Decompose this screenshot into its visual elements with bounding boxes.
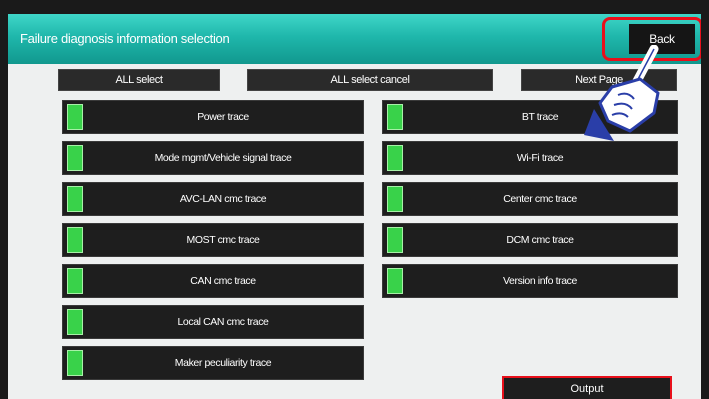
trace-item-label: Center cmc trace [503,193,577,205]
page-title: Failure diagnosis information selection [20,31,230,46]
trace-item-wifi[interactable]: Wi-Fi trace [382,141,678,175]
trace-item-label: Version info trace [503,275,577,287]
pointing-hand-icon [584,45,660,141]
output-button[interactable]: Output [502,376,672,399]
output-button-label: Output [570,383,604,395]
checkbox[interactable] [387,104,403,130]
trace-item-most[interactable]: MOST cmc trace [62,223,364,257]
trace-item-can[interactable]: CAN cmc trace [62,264,364,298]
trace-item-avc-lan[interactable]: AVC-LAN cmc trace [62,182,364,216]
trace-item-label: Local CAN cmc trace [177,316,269,328]
checkbox[interactable] [67,309,83,335]
checkbox[interactable] [67,350,83,376]
checkbox[interactable] [387,268,403,294]
trace-item-label: AVC-LAN cmc trace [179,193,267,205]
trace-item-label: CAN cmc trace [190,275,256,287]
trace-item-power[interactable]: Power trace [62,100,364,134]
checkbox[interactable] [387,227,403,253]
trace-item-local-can[interactable]: Local CAN cmc trace [62,305,364,339]
trace-item-label: Mode mgmt/Vehicle signal trace [154,152,292,164]
checkbox[interactable] [387,145,403,171]
trace-item-label: MOST cmc trace [186,234,260,246]
checkbox[interactable] [67,104,83,130]
trace-item-version-info[interactable]: Version info trace [382,264,678,298]
all-select-button[interactable]: ALL select [58,69,220,91]
checkbox[interactable] [67,268,83,294]
checkbox[interactable] [67,186,83,212]
trace-item-maker-peculiarity[interactable]: Maker peculiarity trace [62,346,364,380]
checkbox[interactable] [67,227,83,253]
checkbox[interactable] [387,186,403,212]
trace-item-center[interactable]: Center cmc trace [382,182,678,216]
trace-item-dcm[interactable]: DCM cmc trace [382,223,678,257]
trace-item-label: Power trace [197,111,249,123]
trace-item-label: Maker peculiarity trace [174,357,272,369]
checkbox[interactable] [67,145,83,171]
trace-item-mode-mgmt[interactable]: Mode mgmt/Vehicle signal trace [62,141,364,175]
trace-item-label: Wi-Fi trace [516,152,564,164]
trace-item-label: DCM cmc trace [506,234,574,246]
all-select-cancel-button[interactable]: ALL select cancel [247,69,493,91]
